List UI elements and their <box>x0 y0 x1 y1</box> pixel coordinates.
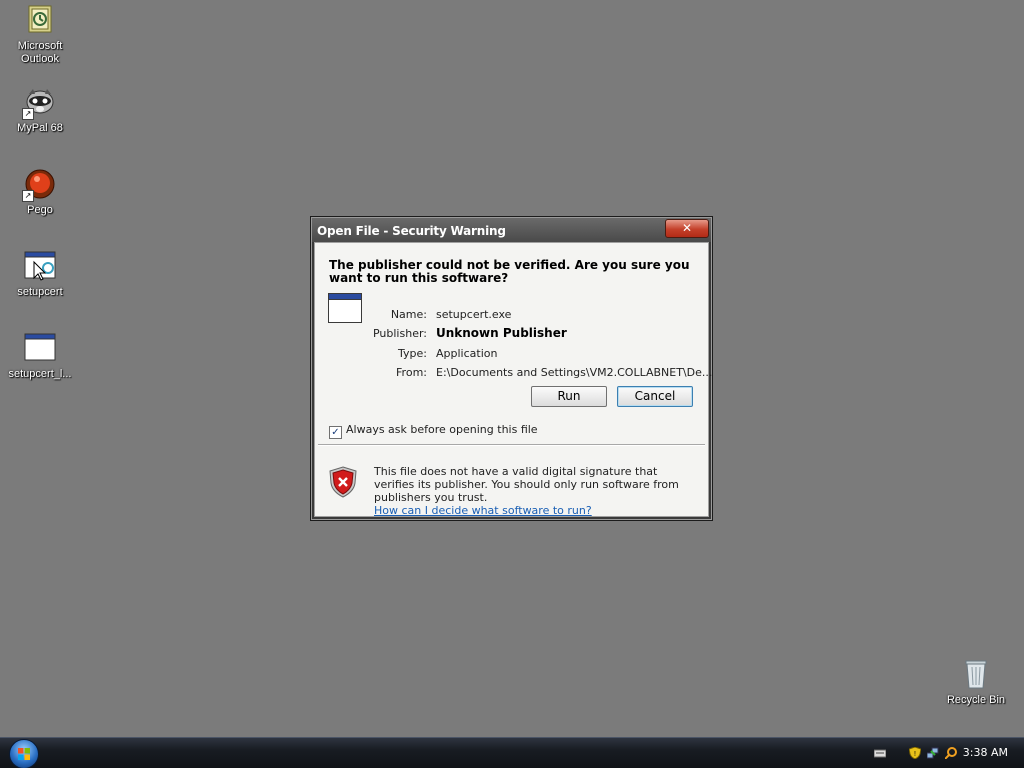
from-value: E:\Documents and Settings\VM2.COLLABNET\… <box>436 366 713 379</box>
divider <box>318 444 705 446</box>
network-icon[interactable] <box>927 747 939 759</box>
desktop-icon-label: MyPal 68 <box>17 122 63 134</box>
start-button[interactable] <box>9 739 39 768</box>
warning-question: The publisher could not be verified. Are… <box>329 258 690 285</box>
warning-text: This file does not have a valid digital … <box>374 465 679 504</box>
desktop-icon-label: setupcert_l... <box>8 368 72 380</box>
name-field-label-wrap: Name: <box>315 308 427 322</box>
name-label: Name: <box>390 308 427 321</box>
system-tray: ! 3:38 AM <box>864 738 1024 768</box>
outlook-icon <box>24 4 56 36</box>
always-ask-label: Always ask before opening this file <box>346 423 538 436</box>
type-label: Type: <box>398 347 427 360</box>
pego-icon: ↗ <box>22 168 56 202</box>
clock[interactable]: 3:38 AM <box>963 746 1008 759</box>
taskbar: ! 3:38 AM <box>0 737 1024 768</box>
desktop-icon-setupcert-log[interactable]: setupcert_l... <box>0 332 80 381</box>
type-value: Application <box>436 347 498 360</box>
from-field-label-wrap: From: <box>315 366 427 380</box>
desktop-icon-setupcert[interactable]: setupcert <box>0 250 80 299</box>
publisher-value: Unknown Publisher <box>436 326 567 340</box>
desktop-icon-label: setupcert <box>17 286 63 298</box>
type-field-label-wrap: Type: <box>315 347 427 361</box>
desktop-icon-label: Microsoft <box>17 40 63 52</box>
keyboard-icon[interactable] <box>874 747 886 759</box>
close-button[interactable]: ✕ <box>665 219 709 238</box>
always-ask-option[interactable]: ✓ Always ask before opening this file <box>329 423 538 439</box>
desktop-icon-label: Pego <box>27 204 53 216</box>
windows-flag-icon <box>18 748 30 760</box>
dialog-title: Open File - Security Warning <box>317 224 506 238</box>
dialog-body: The publisher could not be verified. Are… <box>314 242 713 517</box>
shield-error-icon <box>329 466 357 498</box>
search-icon[interactable] <box>945 747 957 759</box>
close-icon: ✕ <box>681 221 693 235</box>
cancel-button[interactable]: Cancel <box>617 386 693 407</box>
from-label: From: <box>396 366 427 379</box>
warning-message: This file does not have a valid digital … <box>374 465 699 517</box>
security-shield-icon[interactable]: ! <box>909 747 921 759</box>
desktop-icon-label: Outlook <box>21 53 59 65</box>
desktop-icon-label: Recycle Bin <box>946 694 1006 706</box>
dialog-titlebar[interactable]: Open File - Security Warning ✕ <box>312 218 711 242</box>
setupcert-log-icon <box>24 332 56 364</box>
desktop-icon-recycle-bin[interactable]: Recycle Bin <box>936 658 1016 707</box>
desktop-icon-mypal[interactable]: ↗ MyPal 68 <box>0 86 80 135</box>
always-ask-checkbox[interactable]: ✓ <box>329 426 342 439</box>
security-warning-dialog: Open File - Security Warning ✕ The publi… <box>310 216 713 521</box>
desktop-icon-outlook[interactable]: Microsoft Outlook <box>0 4 80 66</box>
desktop-icon-pego[interactable]: ↗ Pego <box>0 168 80 217</box>
help-link[interactable]: How can I decide what software to run? <box>374 504 699 517</box>
shortcut-arrow-icon: ↗ <box>22 190 34 202</box>
mypal-icon: ↗ <box>22 86 56 120</box>
shortcut-arrow-icon: ↗ <box>22 108 34 120</box>
run-button[interactable]: Run <box>531 386 607 407</box>
recycle-bin-icon <box>960 658 992 690</box>
svg-text:!: ! <box>914 751 916 758</box>
setupcert-icon <box>24 250 56 282</box>
publisher-field-label-wrap: Publisher: <box>315 327 427 341</box>
publisher-label: Publisher: <box>372 327 427 340</box>
name-value: setupcert.exe <box>436 308 512 321</box>
